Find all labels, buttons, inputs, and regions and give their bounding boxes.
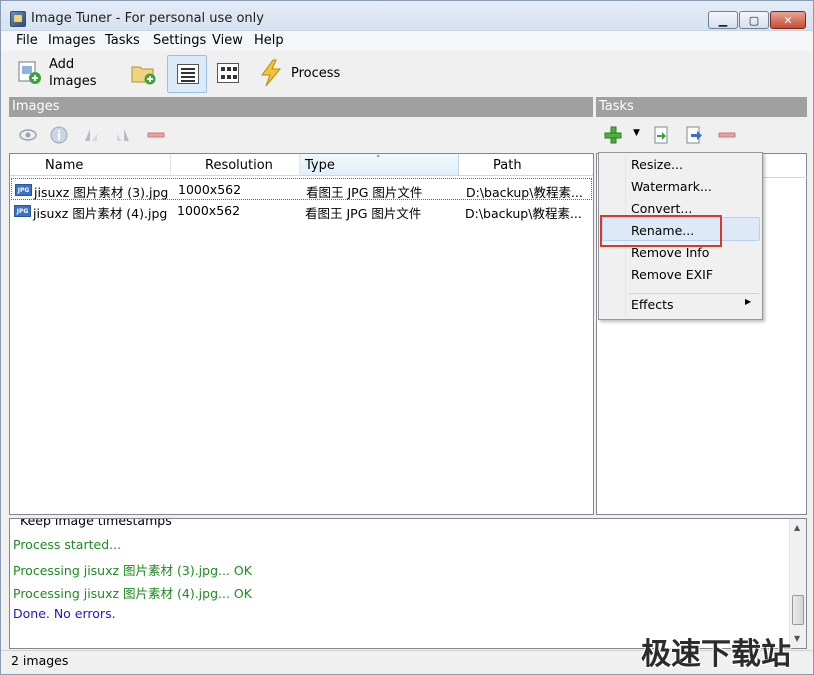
annotation-highlight-box bbox=[600, 215, 722, 247]
jpg-file-icon: JPG bbox=[14, 205, 31, 217]
add-images-button[interactable]: Add Images bbox=[11, 53, 106, 93]
row-resolution: 1000x562 bbox=[178, 182, 242, 197]
menu-file[interactable]: File bbox=[16, 33, 38, 48]
window-title: Image Tuner - For personal use only bbox=[31, 11, 264, 26]
remove-task-icon[interactable] bbox=[717, 125, 737, 145]
rotate-left-icon[interactable] bbox=[81, 125, 101, 145]
menu-item-watermark[interactable]: Watermark... bbox=[631, 179, 712, 194]
log-line: Done. No errors. bbox=[13, 606, 116, 621]
menu-item-resize[interactable]: Resize... bbox=[631, 157, 683, 172]
maximize-button[interactable]: ▢ bbox=[739, 11, 769, 29]
log-line: Processing jisuxz 图片素材 (4).jpg... OK bbox=[13, 586, 252, 601]
lightning-icon bbox=[261, 59, 282, 87]
details-view-icon bbox=[177, 64, 199, 84]
row-type: 看图王 JPG 图片文件 bbox=[305, 206, 422, 221]
table-row[interactable]: JPG jisuxz 图片素材 (4).jpg 1000x562 看图王 JPG… bbox=[11, 200, 592, 222]
minimize-button[interactable]: ▁ bbox=[708, 11, 738, 29]
menu-help[interactable]: Help bbox=[254, 33, 284, 48]
remove-image-icon[interactable] bbox=[146, 125, 166, 145]
app-window: Image Tuner - For personal use only ▁ ▢ … bbox=[0, 0, 814, 675]
column-header-path[interactable]: Path bbox=[459, 154, 593, 176]
menu-tasks[interactable]: Tasks bbox=[105, 33, 140, 48]
sort-ascending-icon: ˄ bbox=[376, 155, 381, 165]
import-task-icon[interactable] bbox=[651, 125, 671, 145]
menu-settings[interactable]: Settings bbox=[153, 33, 206, 48]
menu-bar: File Images Tasks Settings View Help bbox=[1, 31, 813, 51]
image-list[interactable]: Name Resolution ˄ Type Path JPG jisuxz 图… bbox=[9, 153, 594, 515]
app-icon bbox=[10, 11, 26, 27]
column-header-name[interactable]: Name bbox=[10, 154, 171, 176]
details-view-button[interactable] bbox=[167, 55, 207, 93]
images-section-header: Images bbox=[9, 97, 593, 117]
row-path: D:\backup\教程素... bbox=[465, 206, 582, 221]
submenu-arrow-icon: ▶ bbox=[745, 297, 752, 306]
row-name: jisuxz 图片素材 (4).jpg bbox=[33, 206, 168, 221]
process-button[interactable]: Process bbox=[253, 55, 343, 91]
task-list-header bbox=[763, 154, 807, 178]
status-text: 2 images bbox=[11, 653, 69, 668]
scroll-thumb[interactable] bbox=[792, 595, 804, 625]
table-row[interactable]: JPG jisuxz 图片素材 (3).jpg 1000x562 看图王 JPG… bbox=[11, 178, 592, 200]
add-task-icon[interactable] bbox=[603, 125, 623, 145]
thumbnail-view-button[interactable] bbox=[208, 55, 248, 93]
thumbnail-view-icon bbox=[217, 63, 239, 83]
log-scrollbar[interactable]: ▲ ▼ bbox=[789, 519, 806, 648]
images-toolbar bbox=[9, 119, 593, 151]
menu-item-convert[interactable]: Convert... bbox=[631, 201, 692, 216]
maximize-icon: ▢ bbox=[748, 13, 760, 27]
log-line: Keep image timestamps bbox=[20, 518, 172, 528]
log-line: Processing jisuxz 图片素材 (3).jpg... OK bbox=[13, 563, 252, 578]
add-task-dropdown-icon[interactable]: ▼ bbox=[633, 128, 640, 138]
rotate-right-icon[interactable] bbox=[113, 125, 133, 145]
column-header-resolution[interactable]: Resolution bbox=[171, 154, 300, 176]
menu-item-remove-info[interactable]: Remove Info bbox=[631, 245, 709, 260]
row-name: jisuxz 图片素材 (3).jpg bbox=[34, 185, 169, 200]
row-resolution: 1000x562 bbox=[177, 203, 241, 218]
title-bar: Image Tuner - For personal use only ▁ ▢ … bbox=[1, 1, 813, 31]
log-line: Process started... bbox=[13, 537, 122, 552]
close-button[interactable]: ✕ bbox=[770, 11, 806, 29]
site-watermark: 极速下载站 bbox=[641, 637, 791, 672]
add-folder-icon[interactable] bbox=[131, 63, 157, 85]
close-icon: ✕ bbox=[783, 13, 793, 27]
menu-images[interactable]: Images bbox=[48, 33, 96, 48]
column-header-type[interactable]: ˄ Type bbox=[300, 154, 459, 176]
menu-item-remove-exif[interactable]: Remove EXIF bbox=[631, 267, 713, 282]
menu-item-effects[interactable]: Effects bbox=[631, 297, 674, 312]
process-label: Process bbox=[291, 66, 341, 81]
jpg-file-icon: JPG bbox=[15, 184, 32, 196]
scroll-up-icon[interactable]: ▲ bbox=[794, 523, 800, 532]
main-toolbar: Add Images Process bbox=[1, 51, 813, 95]
menu-view[interactable]: View bbox=[212, 33, 243, 48]
tasks-section-header: Tasks bbox=[596, 97, 807, 117]
export-task-icon[interactable] bbox=[684, 125, 704, 145]
minimize-icon: ▁ bbox=[718, 13, 728, 27]
eye-icon[interactable] bbox=[18, 125, 38, 145]
scroll-down-icon[interactable]: ▼ bbox=[794, 634, 800, 643]
add-images-label-line1: Add bbox=[49, 57, 75, 72]
tasks-toolbar: ▼ bbox=[596, 119, 807, 151]
info-icon[interactable] bbox=[49, 125, 69, 145]
add-image-icon bbox=[18, 61, 41, 84]
row-path: D:\backup\教程素... bbox=[466, 185, 583, 200]
row-type: 看图王 JPG 图片文件 bbox=[306, 185, 423, 200]
add-images-label-line2: Images bbox=[49, 74, 97, 89]
menu-separator bbox=[628, 293, 759, 294]
